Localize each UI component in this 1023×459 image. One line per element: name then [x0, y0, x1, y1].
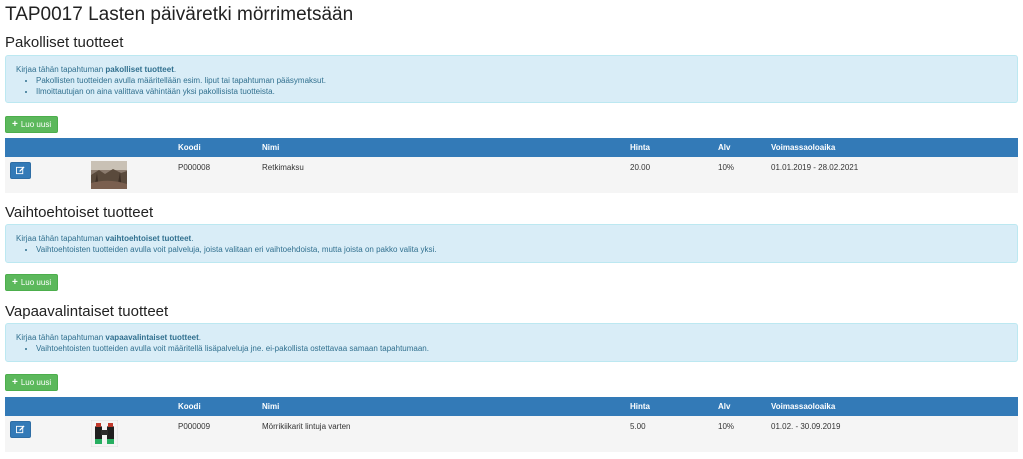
info-bullet: Ilmoittautujan on aina valittava vähintä…: [36, 86, 1007, 97]
column-header-validity: Voimassaoloaika: [771, 402, 836, 411]
product-price: 20.00: [630, 163, 651, 172]
product-price: 5.00: [630, 422, 646, 431]
column-header-name: Nimi: [262, 143, 280, 152]
section-heading-mandatory: Pakolliset tuotteet: [5, 34, 124, 51]
product-code: P000008: [178, 163, 211, 172]
plus-icon: +: [12, 376, 18, 388]
product-thumbnail-forest: [91, 161, 127, 189]
product-thumbnail-binoculars: [91, 420, 118, 447]
table-header-row: Koodi Nimi Hinta Alv Voimassaoloaika: [5, 138, 1018, 157]
product-validity: 01.01.2019 - 28.02.2021: [771, 163, 859, 172]
product-vat: 10%: [718, 422, 735, 431]
product-code: P000009: [178, 422, 211, 431]
product-name: Retkimaksu: [262, 163, 304, 172]
info-intro: Kirjaa tähän tapahtuman vaihtoehtoiset t…: [16, 234, 194, 243]
optional-products-table: Koodi Nimi Hinta Alv Voimassaoloaika P00…: [5, 397, 1018, 452]
column-header-validity: Voimassaoloaika: [771, 143, 836, 152]
section-heading-alternative: Vaihtoehtoiset tuotteet: [5, 204, 154, 221]
new-mandatory-product-button[interactable]: + Luo uusi: [5, 116, 59, 133]
column-header-price: Hinta: [630, 402, 650, 411]
column-header-code: Koodi: [178, 402, 201, 411]
plus-icon: +: [12, 118, 18, 130]
edit-button[interactable]: [10, 162, 31, 179]
plus-icon: +: [12, 276, 18, 288]
product-validity: 01.02. - 30.09.2019: [771, 422, 841, 431]
column-header-price: Hinta: [630, 143, 650, 152]
edit-button[interactable]: [10, 421, 31, 438]
product-name: Mörrikiikarit lintuja varten: [262, 422, 351, 431]
new-optional-product-button[interactable]: + Luo uusi: [5, 374, 59, 391]
table-header-row: Koodi Nimi Hinta Alv Voimassaoloaika: [5, 397, 1018, 416]
info-intro: Kirjaa tähän tapahtuman vapaavalintaiset…: [16, 333, 202, 342]
info-bullets: Vaihtoehtoisten tuotteiden avulla voit m…: [16, 343, 1007, 354]
edit-icon: [16, 166, 25, 175]
info-box-mandatory: Kirjaa tähän tapahtuman pakolliset tuott…: [5, 55, 1018, 103]
info-bullets: Pakollisten tuotteiden avulla määritellä…: [16, 75, 1007, 97]
column-header-vat: Alv: [718, 402, 731, 411]
edit-icon: [16, 425, 25, 434]
product-vat: 10%: [718, 163, 735, 172]
info-bullets: Vaihtoehtoisten tuotteiden avulla voit p…: [16, 244, 1007, 255]
info-box-alternative: Kirjaa tähän tapahtuman vaihtoehtoiset t…: [5, 224, 1018, 263]
section-heading-optional: Vapaavalintaiset tuotteet: [5, 303, 169, 320]
info-box-optional: Kirjaa tähän tapahtuman vapaavalintaiset…: [5, 323, 1018, 362]
info-bullet: Vaihtoehtoisten tuotteiden avulla voit m…: [36, 343, 1007, 354]
page-title: TAP0017 Lasten päiväretki mörrimetsään: [5, 4, 354, 25]
column-header-name: Nimi: [262, 402, 280, 411]
info-bullet: Pakollisten tuotteiden avulla määritellä…: [36, 75, 1007, 86]
new-alternative-product-button[interactable]: + Luo uusi: [5, 274, 59, 291]
column-header-vat: Alv: [718, 143, 731, 152]
info-bullet: Vaihtoehtoisten tuotteiden avulla voit p…: [36, 244, 1007, 255]
table-row: P000008 Retkimaksu 20.00 10% 01.01.2019 …: [5, 157, 1018, 193]
mandatory-products-table: Koodi Nimi Hinta Alv Voimassaoloaika P00…: [5, 138, 1018, 193]
column-header-code: Koodi: [178, 143, 201, 152]
table-row: P000009 Mörrikiikarit lintuja varten 5.0…: [5, 416, 1018, 452]
info-intro: Kirjaa tähän tapahtuman pakolliset tuott…: [16, 65, 177, 74]
